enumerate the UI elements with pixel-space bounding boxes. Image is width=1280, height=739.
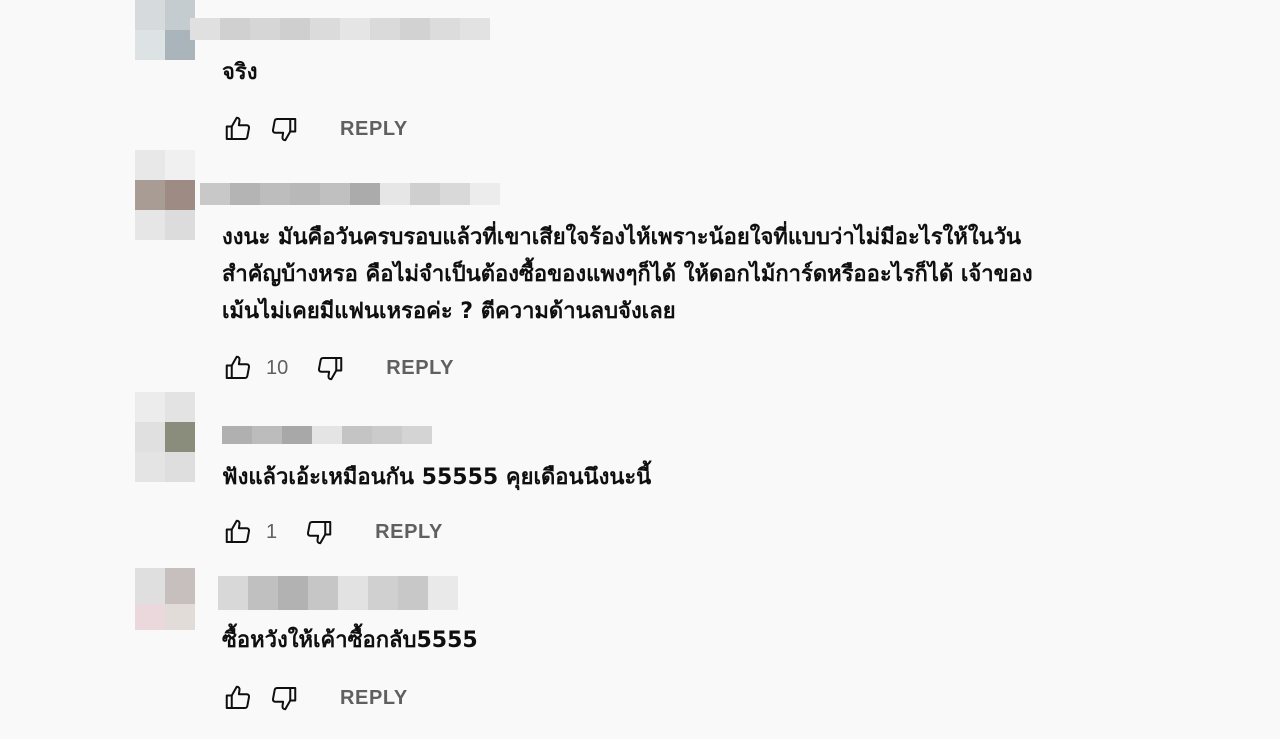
author-name[interactable] (218, 576, 458, 610)
like-count: 10 (266, 356, 289, 379)
thumbs-up-icon (225, 685, 251, 709)
thumbs-down-icon (271, 687, 297, 711)
comment-text: ฟังแล้วเอ้ะเหมือนกัน 55555 คุยเดือนนึงนะ… (222, 465, 652, 490)
thumbs-up-icon (225, 519, 251, 543)
like-button[interactable] (222, 683, 254, 713)
dislike-button[interactable] (303, 517, 335, 547)
avatar[interactable] (135, 0, 195, 60)
like-button[interactable] (222, 517, 254, 547)
reply-button[interactable]: REPLY (340, 118, 408, 141)
like-button[interactable] (222, 114, 254, 144)
reply-button[interactable]: REPLY (340, 687, 408, 710)
author-name[interactable] (190, 18, 490, 40)
comment-text: จริง (222, 60, 258, 85)
thumbs-up-icon (225, 116, 251, 140)
comments-section: จริง REPLY งงนะ มันคือวันครบรอบแล้วที่เข… (0, 0, 1280, 739)
avatar[interactable] (135, 568, 195, 630)
dislike-button[interactable] (268, 683, 300, 713)
reply-button[interactable]: REPLY (386, 357, 454, 380)
comment-actions: 1 REPLY (222, 517, 443, 547)
thumbs-down-icon (271, 118, 297, 142)
comment-text: ซื้อหวังให้เค้าซื้อกลับ5555 (222, 628, 478, 653)
comment-actions: REPLY (222, 114, 408, 144)
thumbs-down-icon (318, 357, 343, 381)
comment-actions: 10 REPLY (222, 353, 454, 383)
like-button[interactable] (222, 353, 254, 383)
comment-text: งงนะ มันคือวันครบรอบแล้วที่เขาเสียใจร้อง… (222, 225, 1033, 324)
dislike-button[interactable] (314, 353, 346, 383)
thumbs-down-icon (307, 521, 332, 545)
reply-button[interactable]: REPLY (375, 521, 443, 544)
dislike-button[interactable] (268, 114, 300, 144)
thumbs-up-icon (225, 355, 251, 379)
author-name[interactable] (200, 183, 500, 205)
avatar[interactable] (135, 392, 195, 482)
like-count: 1 (266, 520, 278, 543)
author-name[interactable] (222, 426, 432, 444)
avatar[interactable] (135, 150, 195, 240)
comment-actions: REPLY (222, 683, 408, 713)
